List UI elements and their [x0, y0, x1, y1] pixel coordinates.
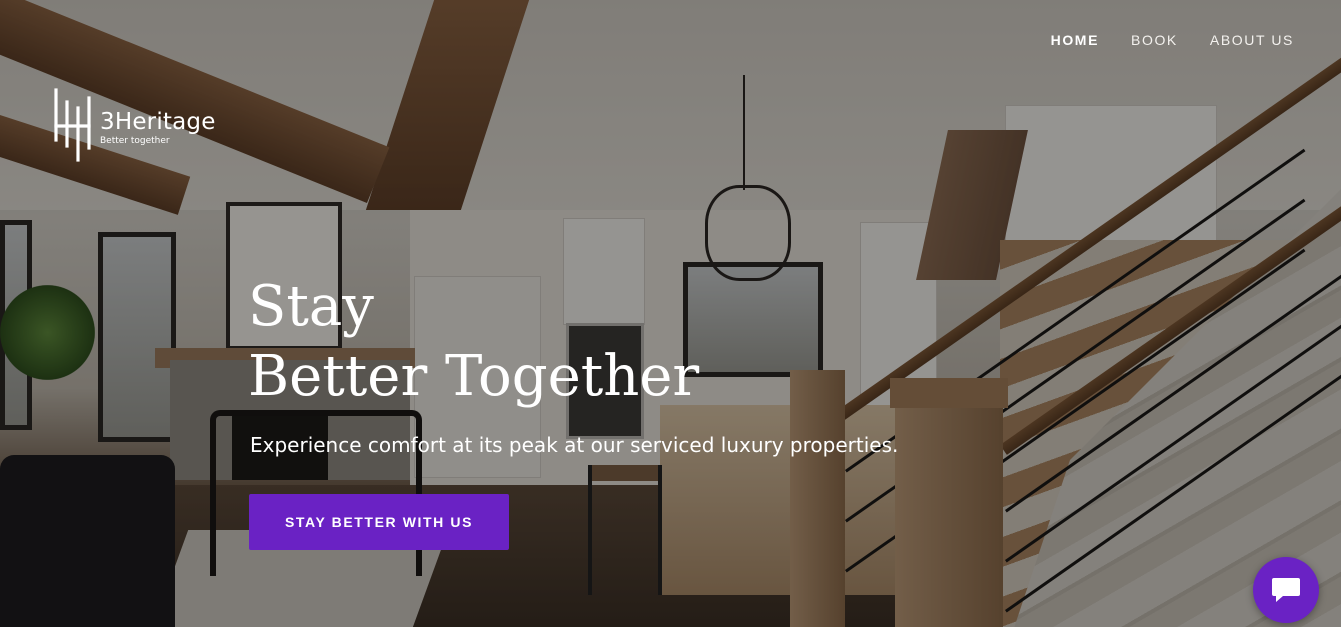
brand-tagline: Better together [100, 136, 170, 146]
chat-bubble-icon [1272, 578, 1300, 602]
nav-book-link[interactable]: BOOK [1131, 32, 1178, 48]
hero-headline-line2: Better Together [248, 344, 700, 409]
hero-subtitle: Experience comfort at its peak at our se… [250, 433, 899, 457]
main-nav: HOME BOOK ABOUT US [1051, 32, 1294, 48]
brand-name: 3Heritage [100, 109, 216, 135]
brand-logo[interactable]: 3Heritage Better together [52, 88, 216, 162]
hero-headline-line1: Stay [248, 274, 374, 339]
chat-button[interactable] [1253, 557, 1319, 623]
stay-better-button[interactable]: STAY BETTER WITH US [249, 494, 509, 550]
nav-home-link[interactable]: HOME [1051, 32, 1099, 48]
logo-mark-icon [54, 88, 91, 162]
hero-headline: Stay Better Together [248, 272, 699, 412]
nav-about-link[interactable]: ABOUT US [1210, 32, 1294, 48]
